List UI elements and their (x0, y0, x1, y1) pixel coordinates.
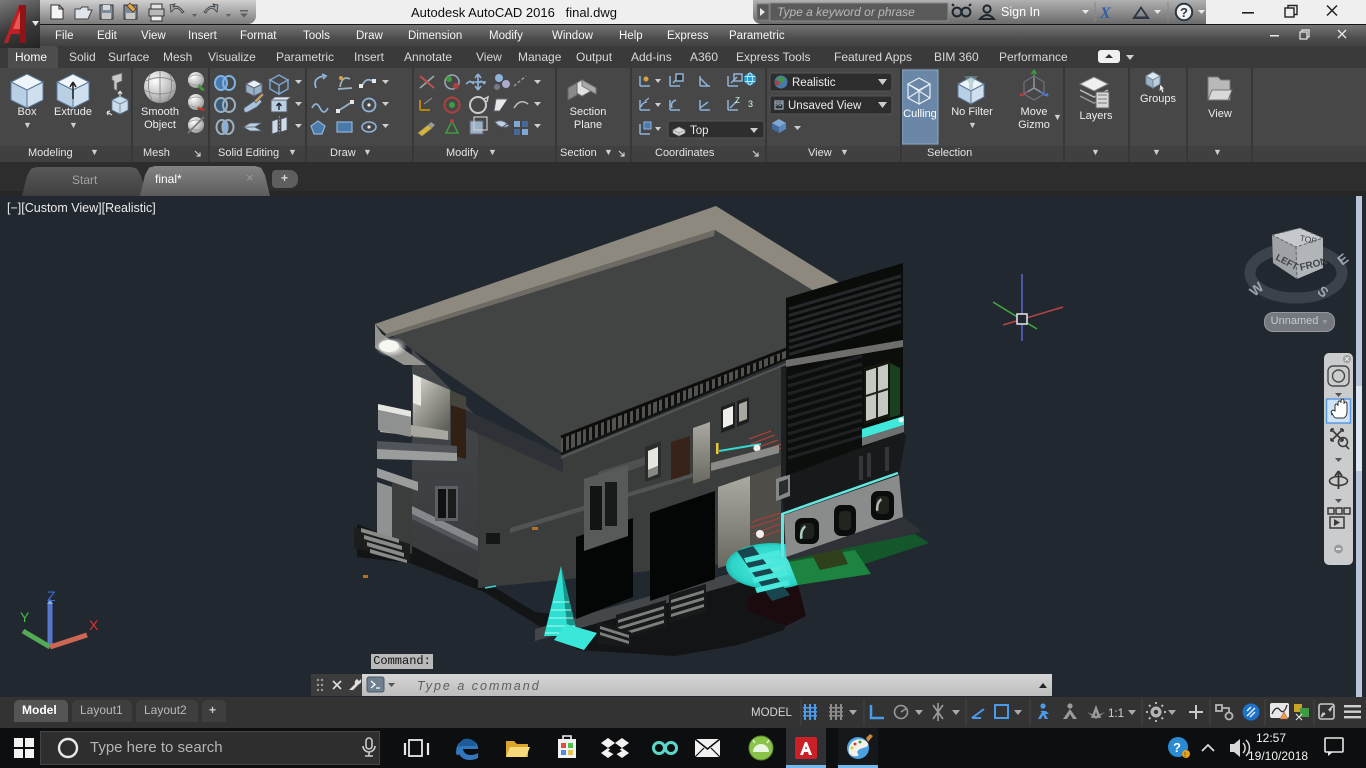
svg-text:!: ! (1184, 752, 1186, 759)
svg-text:Type a command: Type a command (417, 679, 541, 693)
svg-text:Sign In: Sign In (1001, 5, 1040, 19)
svg-text:Realistic: Realistic (792, 77, 836, 89)
svg-text:Type a keyword or phrase: Type a keyword or phrase (777, 5, 915, 19)
svg-text:Top: Top (690, 125, 709, 137)
svg-text:3: 3 (748, 99, 753, 109)
svg-text:Z: Z (735, 96, 740, 105)
svg-text:1:1: 1:1 (1108, 708, 1124, 720)
svg-text:MODEL: MODEL (751, 707, 793, 719)
svg-text:?: ? (1173, 740, 1181, 755)
svg-text:X: X (89, 617, 99, 633)
svg-text:Z: Z (47, 588, 56, 604)
svg-text:Unsaved View: Unsaved View (788, 100, 862, 112)
svg-text:12:57: 12:57 (1256, 731, 1286, 745)
svg-text:X: X (1099, 5, 1111, 22)
svg-text:Y: Y (20, 609, 30, 625)
svg-text:19/10/2018: 19/10/2018 (1248, 749, 1308, 763)
svg-text:?: ? (1180, 5, 1188, 20)
